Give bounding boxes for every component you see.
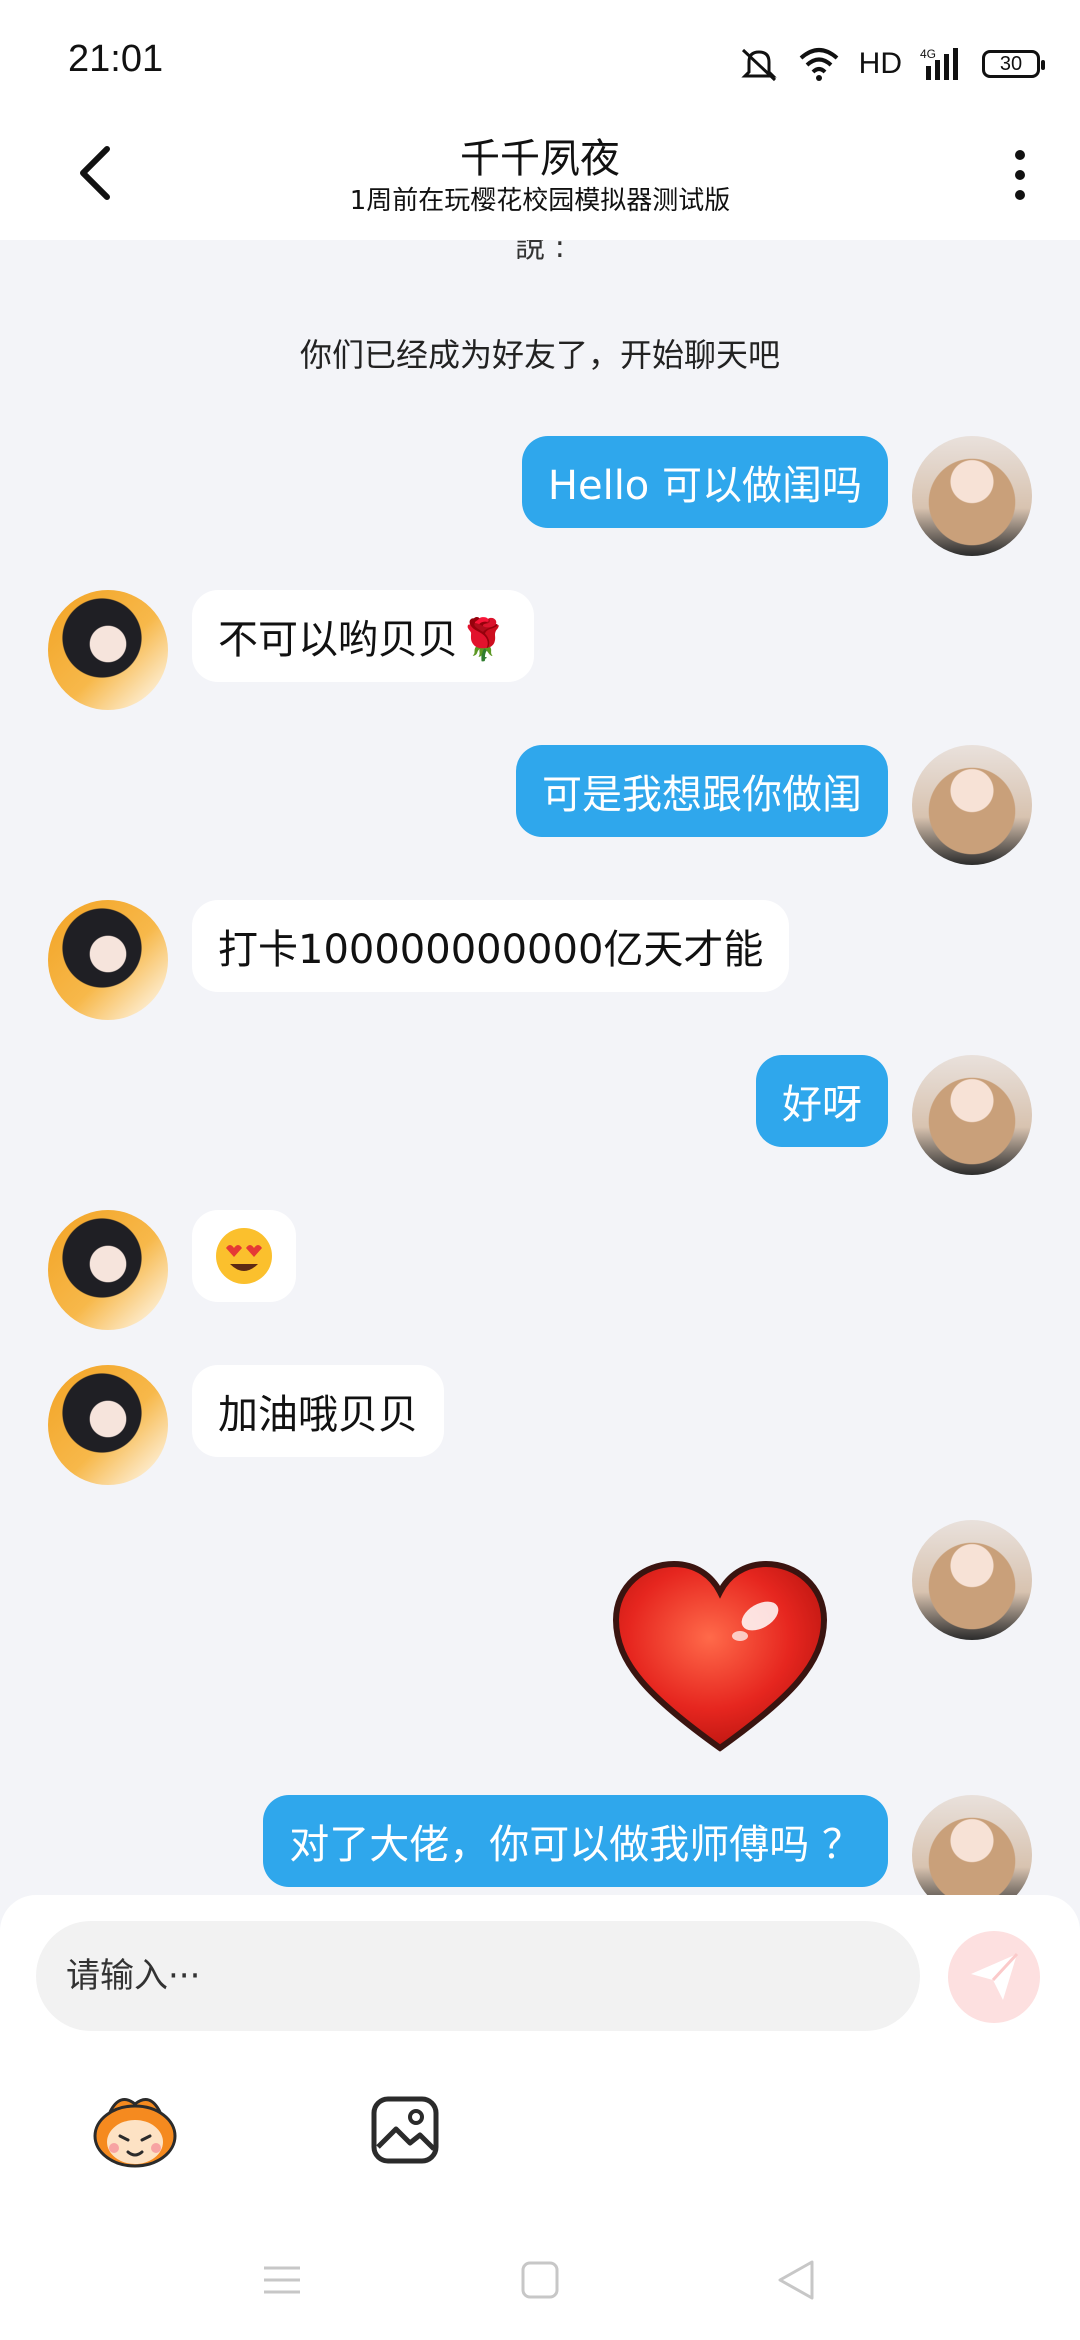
image-button[interactable] — [360, 2085, 450, 2175]
chat-title: 千千夙夜 — [460, 136, 620, 182]
send-button[interactable] — [948, 1931, 1040, 2023]
svg-text:4G: 4G — [920, 47, 936, 61]
home-nav-button[interactable] — [510, 2250, 570, 2310]
clipped-message-text: 說 : — [515, 240, 565, 265]
status-icons: HD 4G 30 — [739, 44, 1045, 84]
mascot-sticker-icon — [93, 2098, 177, 2168]
friend-avatar[interactable] — [48, 1365, 168, 1485]
my-avatar[interactable] — [912, 745, 1032, 865]
heart-sticker-icon — [612, 1560, 828, 1752]
my-avatar[interactable] — [912, 1795, 1032, 1895]
more-options-button[interactable] — [1000, 140, 1040, 210]
friend-avatar[interactable] — [48, 900, 168, 1020]
network-label: HD — [858, 47, 902, 80]
message-bubble-received[interactable]: 不可以哟贝贝🌹 — [192, 590, 534, 682]
friend-avatar[interactable] — [48, 1210, 168, 1330]
message-bubble-sent[interactable]: Hello 可以做闺吗 — [521, 436, 888, 528]
chat-area[interactable]: 說 : 你们已经成为好友了，开始聊天吧 Hello 可以做闺吗 不可以哟贝贝🌹 … — [0, 240, 1080, 1895]
mute-icon — [741, 48, 777, 82]
message-bubble-received[interactable]: 加油哦贝贝 — [192, 1365, 444, 1457]
image-icon — [371, 2096, 439, 2164]
chat-subtitle: 1周前在玩樱花校园模拟器测试版 — [349, 186, 731, 216]
message-bubble-sent[interactable]: 好呀 — [756, 1055, 888, 1147]
back-nav-button[interactable] — [766, 2250, 826, 2310]
wifi-icon — [799, 48, 838, 81]
friend-avatar[interactable] — [48, 590, 168, 710]
message-bubble-sent[interactable]: 对了大佬，你可以做我师傅吗 ？ — [263, 1795, 888, 1887]
back-triangle-icon — [778, 2260, 814, 2300]
message-bubble-sent[interactable]: 可是我想跟你做闺 — [516, 745, 888, 837]
heart-sticker[interactable] — [610, 1558, 830, 1758]
heart-eyes-emoji-icon — [216, 1228, 272, 1284]
more-dot — [1015, 170, 1025, 180]
signal-icon: 4G — [920, 47, 958, 80]
battery-icon: 30 — [982, 50, 1045, 78]
sticker-button[interactable] — [90, 2085, 180, 2175]
chat-header: 千千夙夜 1周前在玩樱花校园模拟器测试版 — [0, 120, 1080, 240]
my-avatar[interactable] — [912, 436, 1032, 556]
my-avatar[interactable] — [912, 1055, 1032, 1175]
menu-icon — [264, 2266, 300, 2294]
home-square-icon — [521, 2261, 559, 2299]
message-bubble-received[interactable] — [192, 1210, 296, 1302]
menu-nav-button[interactable] — [252, 2250, 312, 2310]
battery-level: 30 — [999, 52, 1023, 75]
send-icon — [971, 1952, 1019, 2000]
more-dot — [1015, 150, 1025, 160]
message-input[interactable] — [36, 1921, 920, 2031]
message-bubble-received[interactable]: 打卡100000000000亿天才能 — [192, 900, 790, 992]
status-time: 21:01 — [68, 38, 164, 80]
more-dot — [1015, 190, 1025, 200]
system-message: 你们已经成为好友了，开始聊天吧 — [299, 336, 780, 374]
my-avatar[interactable] — [912, 1520, 1032, 1640]
system-nav-bar — [0, 2220, 1080, 2340]
status-bar: 21:01 HD 4G 30 — [0, 0, 1080, 120]
